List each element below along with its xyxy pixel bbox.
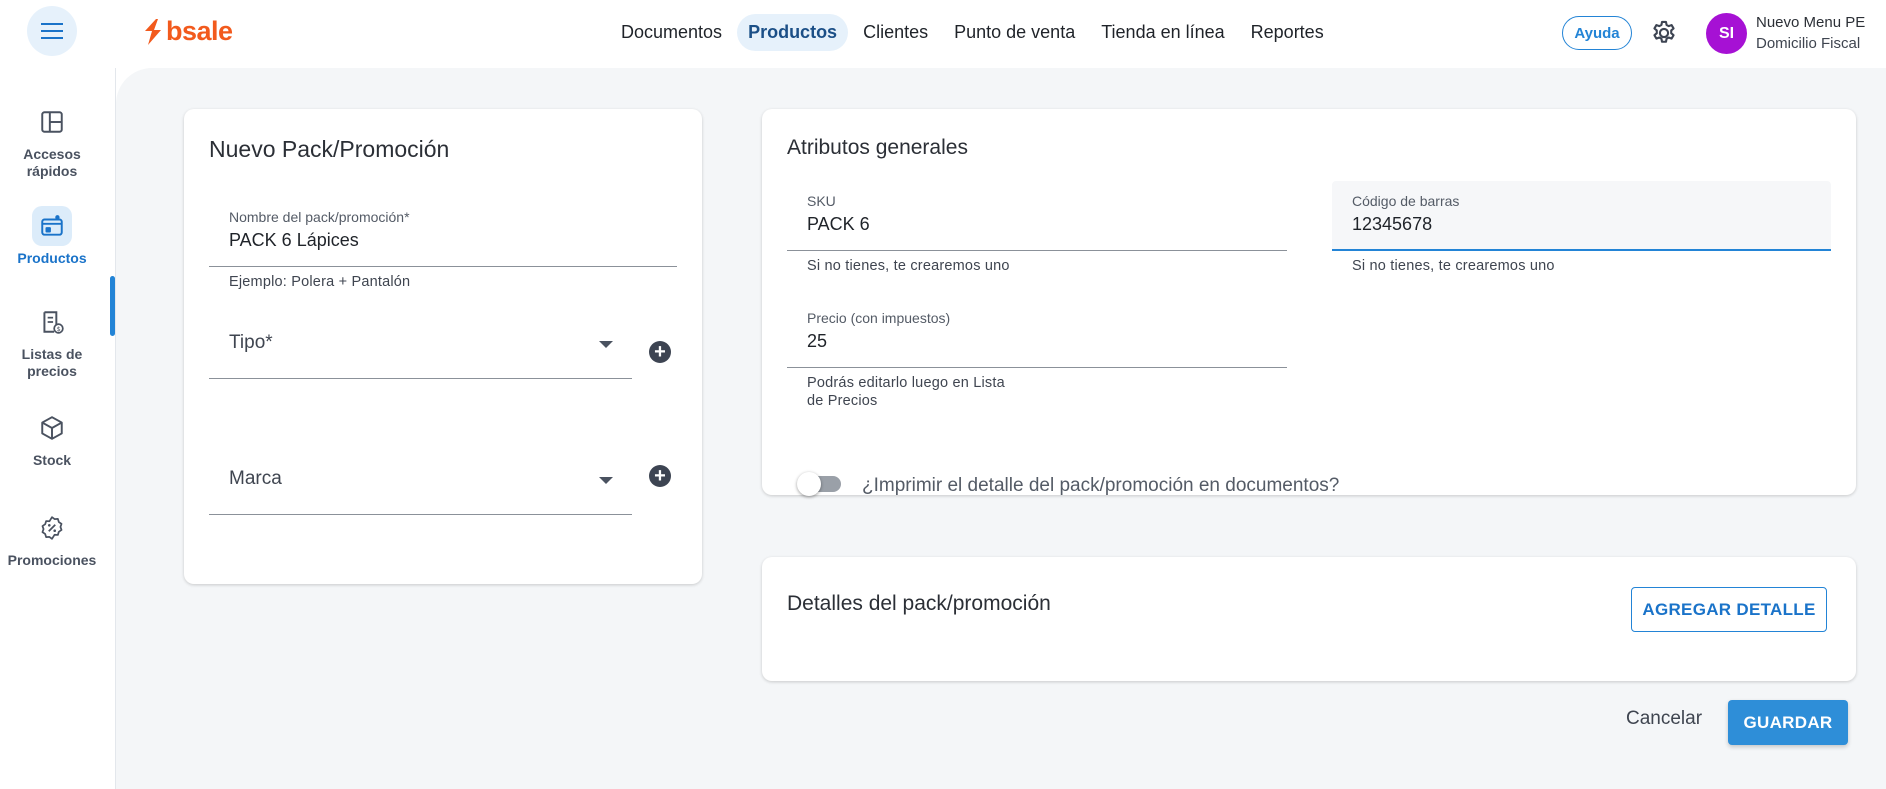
- price-list-icon: $: [32, 302, 72, 342]
- pack-form-title: Nuevo Pack/Promoción: [209, 136, 450, 162]
- sidebar-item-label: Productos: [17, 250, 87, 266]
- sku-underline: [787, 250, 1287, 251]
- pack-form-card: Nuevo Pack/Promoción Nombre del pack/pro…: [184, 109, 702, 584]
- price-hint: Podrás editarlo luego en Lista de Precio…: [807, 374, 1005, 410]
- add-detail-button[interactable]: AGREGAR DETALLE: [1631, 587, 1827, 632]
- sidebar-item-label: Stock: [32, 452, 72, 468]
- sku-value[interactable]: PACK 6: [807, 214, 870, 235]
- chevron-down-icon[interactable]: [599, 341, 613, 348]
- user-name[interactable]: Nuevo Menu PE: [1756, 14, 1865, 31]
- logo-text: bsale: [166, 16, 233, 46]
- type-placeholder: Tipo*: [229, 332, 273, 353]
- plus-icon: +: [654, 465, 666, 487]
- main-content: Nuevo Pack/Promoción Nombre del pack/pro…: [116, 68, 1886, 789]
- discount-icon: [32, 508, 72, 548]
- products-icon: [32, 206, 72, 246]
- nav-documentos[interactable]: Documentos: [610, 14, 733, 51]
- user-avatar[interactable]: SI: [1706, 13, 1747, 54]
- gear-icon[interactable]: [1650, 19, 1678, 47]
- print-detail-toggle[interactable]: [797, 472, 843, 496]
- barcode-hint: Si no tienes, te crearemos uno: [1352, 258, 1555, 274]
- sidebar-item-stock[interactable]: Stock: [0, 408, 104, 469]
- sku-hint: Si no tienes, te crearemos uno: [807, 258, 1010, 274]
- price-label: Precio (con impuestos): [807, 310, 951, 326]
- general-attributes-title: Atributos generales: [787, 136, 968, 159]
- pack-details-card: Detalles del pack/promoción AGREGAR DETA…: [762, 557, 1856, 681]
- add-type-button[interactable]: +: [649, 341, 671, 363]
- general-attributes-card: Atributos generales SKU PACK 6 Si no tie…: [762, 109, 1856, 496]
- sidebar-item-label: Promociones: [7, 552, 97, 568]
- pack-name-underline: [209, 266, 677, 267]
- cancel-button[interactable]: Cancelar: [1626, 708, 1702, 730]
- nav-productos[interactable]: Productos: [737, 14, 849, 51]
- sidebar-item-listas-de-precios[interactable]: $ Listas de precios: [0, 302, 104, 380]
- top-bar: bsale Documentos Productos Clientes Punt…: [0, 0, 1886, 68]
- brand-placeholder: Marca: [229, 468, 282, 489]
- svg-text:$: $: [57, 325, 61, 333]
- type-underline: [209, 378, 632, 379]
- nav-clientes[interactable]: Clientes: [852, 14, 939, 51]
- price-underline: [787, 367, 1287, 368]
- sidebar-item-accesos-rapidos[interactable]: Accesos rápidos: [0, 102, 104, 180]
- help-button[interactable]: Ayuda: [1562, 16, 1632, 50]
- toggle-knob: [797, 472, 821, 496]
- barcode-label: Código de barras: [1352, 193, 1460, 209]
- nav-tienda-en-linea[interactable]: Tienda en línea: [1090, 14, 1235, 51]
- plus-icon: +: [654, 341, 666, 363]
- barcode-field[interactable]: Código de barras 12345678: [1332, 181, 1831, 251]
- nav-punto-de-venta[interactable]: Punto de venta: [943, 14, 1086, 51]
- brand-underline: [209, 514, 632, 515]
- nav-reportes[interactable]: Reportes: [1240, 14, 1335, 51]
- active-indicator: [110, 276, 115, 336]
- bsale-logo[interactable]: bsale: [142, 16, 233, 47]
- price-hint-line: Podrás editarlo luego en Lista: [807, 375, 1005, 391]
- print-detail-label: ¿Imprimir el detalle del pack/promoción …: [862, 475, 1340, 496]
- pack-details-title: Detalles del pack/promoción: [787, 592, 1051, 615]
- add-brand-button[interactable]: +: [649, 465, 671, 487]
- chevron-down-icon[interactable]: [599, 477, 613, 484]
- sidebar-item-productos[interactable]: Productos: [0, 206, 104, 267]
- dashboard-icon: [32, 102, 72, 142]
- sidebar: Accesos rápidos Productos $ Listas de pr…: [0, 68, 116, 789]
- pack-name-hint: Ejemplo: Polera + Pantalón: [229, 274, 411, 290]
- sku-label: SKU: [807, 193, 836, 209]
- sidebar-item-label: Listas de precios: [21, 346, 83, 379]
- pack-name-label: Nombre del pack/promoción*: [229, 209, 410, 225]
- box-icon: [32, 408, 72, 448]
- price-value[interactable]: 25: [807, 331, 827, 352]
- barcode-value[interactable]: 12345678: [1352, 214, 1432, 235]
- main-nav: Documentos Productos Clientes Punto de v…: [610, 14, 1335, 51]
- barcode-underline: [1332, 249, 1831, 251]
- user-branch: Domicilio Fiscal: [1756, 35, 1861, 52]
- bolt-logo-icon: [145, 18, 161, 45]
- menu-icon: [41, 23, 63, 38]
- price-hint-line: de Precios: [807, 393, 878, 409]
- save-button[interactable]: GUARDAR: [1728, 700, 1848, 745]
- sidebar-item-promociones[interactable]: Promociones: [0, 508, 104, 569]
- pack-name-value[interactable]: PACK 6 Lápices: [229, 230, 359, 251]
- hamburger-menu-button[interactable]: [27, 6, 77, 56]
- sidebar-item-label: Accesos rápidos: [23, 146, 81, 179]
